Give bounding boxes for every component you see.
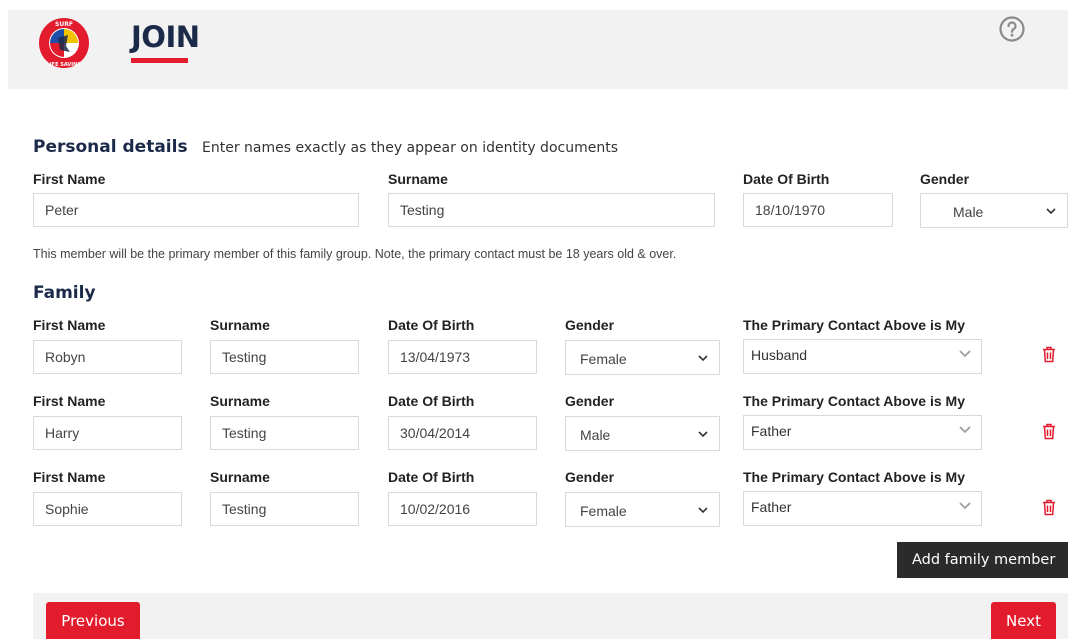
family-dob-input[interactable]: 30/04/2014 xyxy=(388,416,537,450)
personal-details-subtitle: Enter names exactly as they appear on id… xyxy=(202,140,618,156)
family-surname-label: Surname xyxy=(210,469,270,485)
surname-input[interactable]: Testing xyxy=(388,193,715,227)
chevron-down-icon xyxy=(698,507,708,514)
family-first-name-label: First Name xyxy=(33,469,106,485)
family-heading: Family xyxy=(33,283,96,303)
chevron-down-icon xyxy=(698,355,708,362)
family-surname-input[interactable]: Testing xyxy=(210,492,359,526)
next-button[interactable]: Next xyxy=(991,602,1056,639)
previous-button[interactable]: Previous xyxy=(46,602,140,639)
family-surname-input[interactable]: Testing xyxy=(210,340,359,374)
family-dob-label: Date Of Birth xyxy=(388,317,475,333)
dob-input[interactable]: 18/10/1970 xyxy=(743,193,893,227)
family-relationship-label: The Primary Contact Above is My xyxy=(743,469,965,485)
chevron-down-icon xyxy=(698,431,708,438)
family-gender-select[interactable]: Female xyxy=(565,340,720,375)
family-first-name-input[interactable]: Harry xyxy=(33,416,182,450)
first-name-label: First Name xyxy=(33,171,106,187)
primary-member-note: This member will be the primary member o… xyxy=(33,247,677,261)
trash-icon[interactable] xyxy=(1042,499,1056,516)
gender-select-value: Male xyxy=(953,204,984,220)
family-gender-value: Female xyxy=(580,351,627,367)
first-name-input[interactable]: Peter xyxy=(33,193,359,227)
dob-label: Date Of Birth xyxy=(743,171,830,187)
family-gender-value: Male xyxy=(580,427,611,443)
family-relationship-label: The Primary Contact Above is My xyxy=(743,393,965,409)
family-surname-label: Surname xyxy=(210,393,270,409)
family-gender-label: Gender xyxy=(565,317,615,333)
family-first-name-label: First Name xyxy=(33,317,106,333)
family-surname-input[interactable]: Testing xyxy=(210,416,359,450)
family-relationship-label: The Primary Contact Above is My xyxy=(743,317,965,333)
footer-bar xyxy=(33,593,1068,639)
family-relationship-value: Father xyxy=(751,423,792,439)
family-relationship-select[interactable]: Father xyxy=(743,415,982,450)
trash-icon[interactable] xyxy=(1042,346,1056,363)
family-relationship-value: Husband xyxy=(751,347,808,363)
family-gender-select[interactable]: Male xyxy=(565,416,720,451)
family-dob-label: Date Of Birth xyxy=(388,393,475,409)
help-icon[interactable] xyxy=(998,15,1026,43)
add-family-member-button[interactable]: Add family member xyxy=(897,542,1068,578)
surname-label: Surname xyxy=(388,171,448,187)
title-underline xyxy=(131,58,188,63)
family-surname-label: Surname xyxy=(210,317,270,333)
family-gender-select[interactable]: Female xyxy=(565,492,720,527)
family-relationship-select[interactable]: Husband xyxy=(743,339,982,374)
chevron-down-icon xyxy=(959,350,971,358)
chevron-down-icon xyxy=(1046,208,1056,215)
svg-text:LIFE SAVING: LIFE SAVING xyxy=(47,62,82,68)
family-gender-label: Gender xyxy=(565,393,615,409)
family-dob-input[interactable]: 13/04/1973 xyxy=(388,340,537,374)
family-first-name-input[interactable]: Robyn xyxy=(33,340,182,374)
chevron-down-icon xyxy=(959,426,971,434)
family-gender-value: Female xyxy=(580,503,627,519)
family-dob-input[interactable]: 10/02/2016 xyxy=(388,492,537,526)
page-title: JOIN xyxy=(131,20,200,54)
family-relationship-select[interactable]: Father xyxy=(743,491,982,526)
page-header: SURF LIFE SAVING JOIN xyxy=(8,10,1068,89)
svg-text:SURF: SURF xyxy=(55,21,73,28)
family-gender-label: Gender xyxy=(565,469,615,485)
family-relationship-value: Father xyxy=(751,499,792,515)
chevron-down-icon xyxy=(959,502,971,510)
gender-select[interactable]: Male xyxy=(920,193,1068,228)
personal-details-heading: Personal details xyxy=(33,137,188,157)
family-dob-label: Date Of Birth xyxy=(388,469,475,485)
family-first-name-label: First Name xyxy=(33,393,106,409)
trash-icon[interactable] xyxy=(1042,423,1056,440)
surf-life-saving-logo: SURF LIFE SAVING xyxy=(39,18,89,68)
family-first-name-input[interactable]: Sophie xyxy=(33,492,182,526)
gender-label: Gender xyxy=(920,171,970,187)
